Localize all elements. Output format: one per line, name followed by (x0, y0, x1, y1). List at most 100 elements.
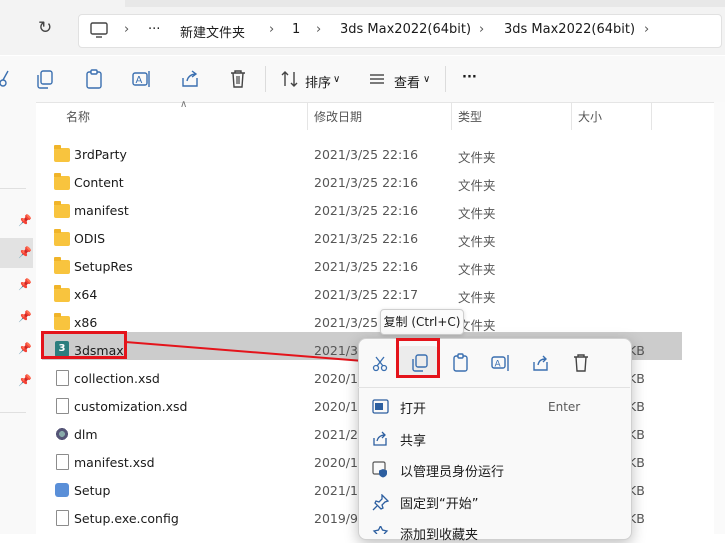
command-bar (0, 56, 725, 103)
folder-icon (54, 313, 70, 330)
folder-icon (54, 285, 70, 302)
column-divider[interactable] (571, 102, 572, 130)
file-name[interactable]: x64 (74, 287, 97, 302)
column-divider[interactable] (451, 102, 452, 130)
pin-icon[interactable]: 📌 (18, 246, 32, 260)
chevron-right-icon[interactable]: › (269, 22, 274, 37)
column-header-type[interactable]: 类型 (458, 108, 482, 125)
context-menu-item-pin-to-start[interactable]: 固定到“开始” (400, 493, 478, 512)
chevron-down-icon[interactable]: ∨ (333, 74, 340, 85)
annotation-box-copy (396, 338, 440, 378)
tab-strip (125, 0, 725, 7)
chevron-right-icon[interactable]: › (644, 22, 649, 37)
column-header-date[interactable]: 修改日期 (314, 108, 362, 125)
nav-divider (0, 412, 26, 413)
chevron-down-icon[interactable]: ∨ (423, 74, 430, 85)
document-icon (56, 510, 69, 526)
sort-ascending-icon: ∧ (180, 99, 188, 110)
pin-icon[interactable]: 📌 (18, 310, 32, 324)
share-icon[interactable] (531, 353, 551, 373)
document-icon (56, 398, 69, 414)
folder-icon (54, 145, 70, 162)
file-date: 2019/9/ (314, 511, 363, 526)
column-header-size[interactable]: 大小 (578, 108, 602, 125)
breadcrumb-item-0[interactable]: 新建文件夹 (180, 22, 245, 41)
cut-icon[interactable] (372, 356, 388, 372)
refresh-icon[interactable]: ↻ (38, 18, 58, 44)
rename-icon[interactable]: A (131, 68, 153, 90)
view-button[interactable]: 查看 (394, 72, 420, 91)
file-name[interactable]: customization.xsd (74, 399, 188, 414)
nav-divider (0, 188, 26, 189)
file-date: 2021/1/ (314, 483, 363, 498)
folder-icon (54, 229, 70, 246)
sort-button[interactable]: 排序 (305, 72, 331, 91)
scrollbar[interactable] (714, 102, 725, 534)
chevron-right-icon[interactable]: › (479, 22, 484, 37)
file-date: 2021/3/25 22:17 (314, 287, 419, 302)
cut-icon[interactable] (0, 68, 14, 90)
folder-icon (54, 257, 70, 274)
computer-icon[interactable] (90, 20, 108, 40)
pin-icon[interactable]: 📌 (18, 278, 32, 292)
file-name[interactable]: Setup (74, 483, 110, 498)
folder-icon (54, 173, 70, 190)
file-date: 2021/3/25 22:16 (314, 259, 419, 274)
chevron-right-icon[interactable]: › (316, 22, 321, 37)
breadcrumb-overflow[interactable]: ··· (148, 22, 160, 37)
delete-icon[interactable] (571, 353, 591, 373)
gear-document-icon (54, 426, 70, 442)
file-name[interactable]: 3rdParty (74, 147, 127, 162)
file-name[interactable]: SetupRes (74, 259, 133, 274)
context-menu-item-run-as-admin[interactable]: 以管理员身份运行 (400, 461, 504, 480)
file-name[interactable]: Content (74, 175, 124, 190)
breadcrumb-item-3[interactable]: 3ds Max2022(64bit) (504, 22, 635, 37)
chevron-right-icon[interactable]: › (124, 22, 129, 37)
breadcrumb-item-1[interactable]: 1 (292, 22, 300, 37)
paste-icon[interactable] (83, 68, 105, 90)
file-type: 文件夹 (458, 262, 496, 277)
svg-text:A: A (495, 360, 502, 370)
paste-icon[interactable] (451, 353, 471, 373)
share-icon[interactable] (179, 68, 201, 90)
delete-icon[interactable] (227, 68, 249, 90)
star-icon (372, 526, 389, 534)
column-header-name[interactable]: 名称 (66, 108, 90, 125)
pin-icon (372, 494, 389, 511)
file-type: 文件夹 (458, 178, 496, 193)
breadcrumb-item-2[interactable]: 3ds Max2022(64bit) (340, 22, 471, 37)
copy-icon[interactable] (34, 68, 56, 90)
context-menu-item-open[interactable]: 打开 (400, 398, 426, 417)
pin-icon[interactable]: 📌 (18, 214, 32, 228)
copy-tooltip: 复制 (Ctrl+C) (380, 309, 464, 335)
share-icon (373, 431, 387, 446)
file-name[interactable]: x86 (74, 315, 97, 330)
more-options-button[interactable]: ··· (462, 70, 477, 85)
file-type: 文件夹 (458, 206, 496, 221)
document-icon (56, 370, 69, 386)
file-name[interactable]: dlm (74, 427, 98, 442)
file-date: 2021/3/25 22:16 (314, 203, 419, 218)
file-name[interactable]: manifest.xsd (74, 455, 155, 470)
pin-icon[interactable]: 📌 (18, 342, 32, 356)
column-divider[interactable] (307, 102, 308, 130)
folder-icon (54, 201, 70, 218)
file-name[interactable]: ODIS (74, 231, 105, 246)
file-name[interactable]: Setup.exe.config (74, 511, 179, 526)
file-type: 文件夹 (458, 290, 496, 305)
document-icon (56, 454, 69, 470)
file-date: 2021/2/ (314, 427, 363, 442)
file-date: 2021/3/25 22:16 (314, 231, 419, 246)
view-icon[interactable] (366, 68, 388, 90)
file-name[interactable]: manifest (74, 203, 129, 218)
column-divider[interactable] (651, 102, 652, 130)
toolbar-divider (445, 66, 446, 92)
file-type: 文件夹 (458, 234, 496, 249)
open-icon (372, 399, 389, 414)
rename-icon[interactable]: A (491, 353, 511, 373)
annotation-box-3dsmax (41, 331, 127, 359)
context-menu-item-share[interactable]: 共享 (400, 430, 426, 449)
pin-icon[interactable]: 📌 (18, 374, 32, 388)
admin-shield-icon (372, 461, 387, 478)
sort-icon[interactable] (279, 68, 301, 90)
